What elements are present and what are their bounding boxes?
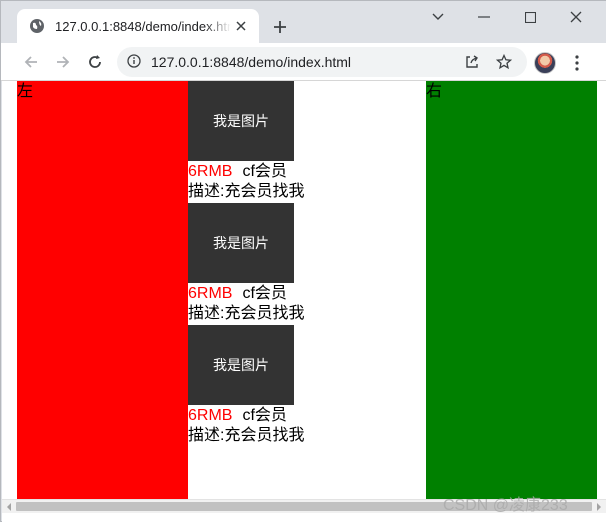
page-viewport: 左 我是图片 6RMB cf会员 描述:充会员找我 我是图片 6RMB cf会员 描… (2, 81, 606, 499)
profile-avatar[interactable] (534, 52, 556, 74)
minimize-icon[interactable] (463, 5, 505, 29)
three-column-layout: 左 我是图片 6RMB cf会员 描述:充会员找我 我是图片 6RMB cf会员 描… (17, 81, 597, 499)
product-item: 我是图片 6RMB cf会员 描述:充会员找我 (188, 203, 426, 325)
browser-tab[interactable]: 127.0.0.1:8848/demo/index.html (17, 9, 259, 43)
plus-icon[interactable] (269, 16, 291, 38)
left-column: 左 (17, 81, 188, 499)
share-icon[interactable] (463, 54, 481, 70)
product-item: 我是图片 6RMB cf会员 描述:充会员找我 (188, 325, 426, 447)
price-row: 6RMB cf会员 (188, 406, 287, 426)
image-placeholder-text: 我是图片 (213, 235, 269, 251)
product-list: 我是图片 6RMB cf会员 描述:充会员找我 我是图片 6RMB cf会员 描述:… (188, 81, 426, 499)
maximize-icon[interactable] (509, 5, 551, 29)
url-text: 127.0.0.1:8848/demo/index.html (151, 54, 352, 70)
csdn-watermark: CSDN @凌康233 (443, 497, 568, 514)
forward-arrow-icon[interactable] (51, 50, 75, 74)
kebab-menu-icon[interactable] (567, 52, 587, 74)
address-bar[interactable]: 127.0.0.1:8848/demo/index.html (117, 47, 527, 77)
reload-icon[interactable] (83, 50, 107, 74)
product-name: cf会员 (242, 407, 287, 424)
right-column: 右 (426, 81, 597, 499)
product-description: 描述:充会员找我 (188, 183, 305, 200)
browser-toolbar: 127.0.0.1:8848/demo/index.html (1, 43, 606, 81)
product-price: 6RMB (188, 407, 233, 424)
price-row: 6RMB cf会员 (188, 284, 287, 304)
product-name: cf会员 (242, 285, 287, 302)
product-item: 我是图片 6RMB cf会员 描述:充会员找我 (188, 81, 426, 203)
product-price: 6RMB (188, 163, 233, 180)
price-row: 6RMB cf会员 (188, 162, 287, 182)
product-description: 描述:充会员找我 (188, 427, 305, 444)
product-name: cf会员 (242, 163, 287, 180)
product-image-placeholder: 我是图片 (188, 81, 294, 161)
product-description: 描述:充会员找我 (188, 305, 305, 322)
image-placeholder-text: 我是图片 (213, 113, 269, 129)
browser-window: 127.0.0.1:8848/demo/index.html 127.0.0.1… (0, 0, 606, 522)
back-arrow-icon[interactable] (19, 50, 43, 74)
image-placeholder-text: 我是图片 (213, 357, 269, 373)
tab-strip: 127.0.0.1:8848/demo/index.html (1, 1, 606, 43)
scroll-right-icon[interactable] (594, 502, 604, 512)
chevron-down-icon[interactable] (417, 5, 459, 29)
star-icon[interactable] (495, 54, 513, 70)
right-column-label: 右 (426, 83, 443, 100)
close-window-icon[interactable] (555, 5, 597, 29)
product-image-placeholder: 我是图片 (188, 325, 294, 405)
scroll-left-icon[interactable] (4, 502, 14, 512)
close-icon[interactable] (233, 18, 249, 34)
tab-title: 127.0.0.1:8848/demo/index.html (55, 18, 231, 34)
product-image-placeholder: 我是图片 (188, 203, 294, 283)
product-price: 6RMB (188, 285, 233, 302)
globe-icon (29, 18, 45, 34)
left-column-label: 左 (17, 83, 34, 100)
info-icon[interactable] (127, 53, 141, 72)
